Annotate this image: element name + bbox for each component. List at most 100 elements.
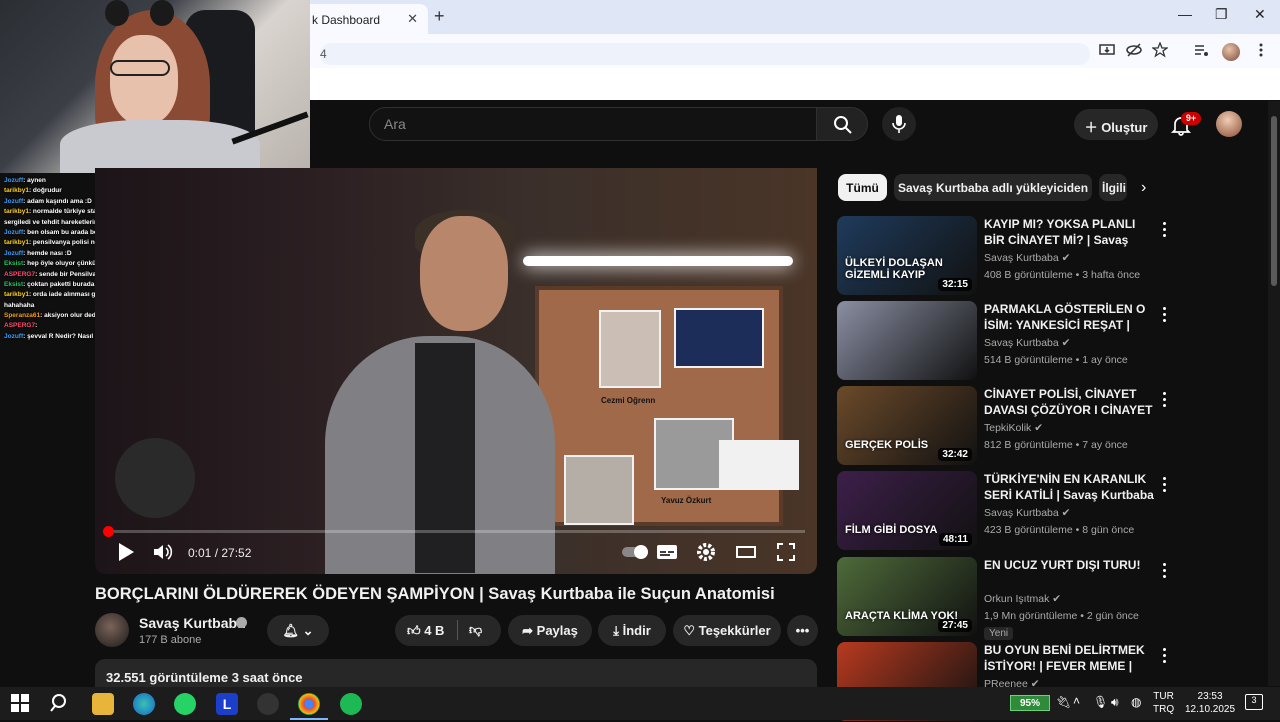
- volume-button[interactable]: [153, 542, 175, 564]
- play-button[interactable]: [117, 542, 135, 564]
- file-explorer-icon[interactable]: [92, 693, 114, 715]
- video-thumbnail[interactable]: ÜLKEYİ DOLAŞAN GİZEMLİ KAYIP32:15: [837, 216, 977, 295]
- maximize-button[interactable]: ❐: [1215, 6, 1228, 23]
- language-indicator[interactable]: TUR TRQ: [1153, 690, 1174, 716]
- chip-related[interactable]: İlgili: [1099, 174, 1127, 201]
- verified-icon: ✔︎: [1062, 507, 1071, 519]
- search-input[interactable]: Ara: [369, 107, 817, 141]
- clock-time: 23:53: [1185, 690, 1235, 703]
- close-window-button[interactable]: ✕: [1254, 6, 1266, 23]
- battery-indicator[interactable]: 95%: [1010, 695, 1050, 711]
- more-vert-icon[interactable]: [1159, 305, 1171, 323]
- more-vert-icon[interactable]: [1159, 220, 1171, 238]
- speaker-icon[interactable]: 🔊︎: [1111, 695, 1119, 710]
- recommendation-channel[interactable]: TepkiKolik ✔︎: [984, 422, 1043, 434]
- minimize-button[interactable]: —: [1178, 6, 1192, 22]
- eye-off-icon[interactable]: [1125, 42, 1143, 60]
- video-player[interactable]: Cezmi Oğrenn Yavuz Özkurt 0:01 / 27:52: [95, 168, 817, 574]
- chrome-icon[interactable]: [298, 693, 320, 715]
- search-icon[interactable]: [50, 693, 72, 715]
- recommendation-title[interactable]: PARMAKLA GÖSTERİLEN O İSİM: YANKESİCİ RE…: [984, 301, 1156, 335]
- mic-tray-icon[interactable]: 🎙︎: [1093, 695, 1108, 709]
- chip-all[interactable]: Tümü: [838, 174, 887, 201]
- more-vert-icon[interactable]: [1159, 475, 1171, 493]
- lang-bottom: TRQ: [1153, 703, 1174, 716]
- download-button[interactable]: ⤓ İndir: [598, 615, 666, 646]
- like-button[interactable]: 👍︎ 4 B 👎︎: [395, 615, 501, 646]
- video-thumbnail[interactable]: ARAÇTA KLİMA YOK!27:45: [837, 557, 977, 636]
- recommendation-channel[interactable]: Savaş Kurtbaba ✔︎: [984, 252, 1070, 264]
- recommendation-title[interactable]: KAYIP MI? YOKSA PLANLI BİR CİNAYET Mİ? |…: [984, 216, 1156, 250]
- subscription-bell-button[interactable]: 🔔︎ ⌄: [267, 615, 329, 646]
- thumbs-down-icon[interactable]: 👎︎: [469, 622, 482, 638]
- fullscreen-button[interactable]: [776, 542, 796, 564]
- account-avatar[interactable]: [1216, 111, 1242, 137]
- voice-search-button[interactable]: [882, 107, 916, 141]
- chat-username: Speranza61: [4, 312, 40, 319]
- volume-icon: [153, 542, 175, 562]
- recommendation-channel[interactable]: Savaş Kurtbaba ✔︎: [984, 337, 1070, 349]
- recommendation-title[interactable]: TÜRKİYE'NİN EN KARANLIK SERİ KATİLİ | Sa…: [984, 471, 1156, 505]
- verified-icon: ✔︎: [1062, 252, 1071, 264]
- recommendation-card[interactable]: FİLM GİBİ DOSYA48:11TÜRKİYE'NİN EN KARAN…: [837, 471, 1177, 551]
- share-button[interactable]: ➦ Paylaş: [508, 615, 592, 646]
- recommendation-channel[interactable]: Orkun Işıtmak ✔︎: [984, 593, 1061, 605]
- launcher-icon[interactable]: L: [216, 693, 238, 715]
- more-vert-icon[interactable]: [1159, 561, 1171, 579]
- autoplay-toggle[interactable]: [621, 542, 651, 564]
- create-button[interactable]: ＋ Oluştur: [1074, 109, 1158, 140]
- network-icon[interactable]: ◍: [1131, 695, 1141, 709]
- more-vert-icon[interactable]: [1159, 646, 1171, 664]
- edge-icon[interactable]: [133, 693, 155, 715]
- chip-uploader[interactable]: Savaş Kurtbaba adlı yükleyiciden: [894, 174, 1092, 201]
- chat-username: tarikby1: [4, 239, 29, 246]
- recommendation-title[interactable]: EN UCUZ YURT DIŞI TURU!: [984, 557, 1156, 573]
- theater-icon: [735, 542, 757, 562]
- video-thumbnail[interactable]: GERÇEK POLİS32:42: [837, 386, 977, 465]
- browser-tab[interactable]: k Dashboard ✕: [300, 4, 428, 34]
- notification-center-icon[interactable]: 3: [1245, 694, 1263, 710]
- recommendation-card[interactable]: ARAÇTA KLİMA YOK!27:45 EN UCUZ YURT DIŞI …: [837, 557, 1177, 637]
- url-field[interactable]: 4: [320, 43, 1090, 65]
- settings-button[interactable]: [696, 542, 716, 564]
- recommendation-meta: 812 B görüntüleme • 7 ay önce: [984, 439, 1128, 451]
- recommendation-title[interactable]: BU OYUN BENİ DELİRTMEK İSTİYOR! | FEVER …: [984, 642, 1156, 674]
- scrollbar-thumb[interactable]: [1271, 116, 1277, 286]
- more-actions-button[interactable]: •••: [787, 615, 818, 646]
- recommendation-channel[interactable]: Savaş Kurtbaba ✔︎: [984, 507, 1070, 519]
- channel-avatar[interactable]: [95, 613, 129, 647]
- whatsapp-icon[interactable]: [174, 693, 196, 715]
- recommendation-card[interactable]: GERÇEK POLİS32:42CİNAYET POLİSİ, CİNAYET…: [837, 386, 1177, 466]
- obs-icon[interactable]: [257, 693, 279, 715]
- page-scrollbar[interactable]: [1268, 101, 1280, 686]
- subtitles-button[interactable]: [656, 542, 678, 564]
- profile-avatar[interactable]: [1222, 43, 1240, 61]
- clock[interactable]: 23:53 12.10.2025: [1185, 690, 1235, 716]
- plus-icon: ＋: [1085, 120, 1102, 135]
- bookmark-star-icon[interactable]: [1151, 42, 1169, 60]
- theater-mode-button[interactable]: [735, 542, 757, 564]
- scrubber-handle[interactable]: [103, 526, 114, 537]
- windows-start-icon[interactable]: [10, 693, 32, 715]
- play-icon: [117, 542, 135, 562]
- recommendation-card[interactable]: PARMAKLA GÖSTERİLEN O İSİM: YANKESİCİ RE…: [837, 301, 1177, 381]
- chat-text: hahahaha: [4, 302, 34, 309]
- recommendation-title[interactable]: CİNAYET POLİSİ, CİNAYET DAVASI ÇÖZÜYOR I…: [984, 386, 1156, 420]
- progress-bar[interactable]: [107, 530, 805, 533]
- new-tab-button[interactable]: +: [434, 6, 445, 27]
- tab-close-icon[interactable]: ✕: [407, 11, 418, 27]
- video-thumbnail[interactable]: FİLM GİBİ DOSYA48:11: [837, 471, 977, 550]
- thanks-button[interactable]: ♡ Teşekkürler: [673, 615, 781, 646]
- more-vert-icon[interactable]: [1159, 390, 1171, 408]
- more-vert-icon[interactable]: [1252, 42, 1270, 60]
- chevron-right-icon[interactable]: ›: [1141, 179, 1146, 197]
- video-thumbnail[interactable]: [837, 301, 977, 380]
- recommendation-card[interactable]: ÜLKEYİ DOLAŞAN GİZEMLİ KAYIP32:15KAYIP M…: [837, 216, 1177, 296]
- channel-name[interactable]: Savaş Kurtbaba: [139, 615, 245, 631]
- spotify-icon[interactable]: [340, 693, 362, 715]
- views-and-date: 32.551 görüntüleme 3 saat önce: [106, 670, 303, 685]
- media-control-icon[interactable]: [1192, 42, 1210, 60]
- search-button[interactable]: [816, 107, 868, 141]
- chevron-up-icon[interactable]: ˄: [1073, 694, 1080, 708]
- install-app-icon[interactable]: [1098, 42, 1116, 60]
